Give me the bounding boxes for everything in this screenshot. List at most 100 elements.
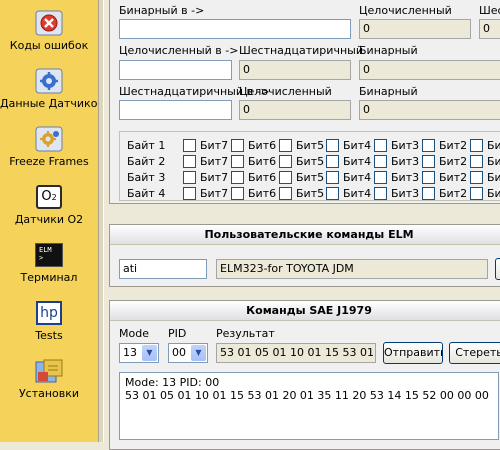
decimal-to-binary-label: Бинарный — [359, 44, 418, 57]
sae-output[interactable]: Mode: 13 PID: 00 53 01 05 01 10 01 15 53… — [119, 372, 499, 440]
sidebar-item-tests[interactable]: hp Tests — [0, 300, 98, 342]
decimal-to-hex-field: 0 — [239, 60, 351, 80]
bit-label: Бит2 — [439, 171, 468, 184]
decimal-input-label: Целочисленный в -> — [119, 44, 239, 57]
bit-checkbox[interactable] — [231, 187, 244, 200]
elm-panel-body: ati ELM323-for TOYOTA JDM — [109, 249, 500, 287]
send-button[interactable]: Отправить — [383, 342, 443, 364]
bit-checkbox[interactable] — [470, 139, 483, 152]
bit-checkbox[interactable] — [279, 171, 292, 184]
bit-label: Бит3 — [391, 139, 420, 152]
chevron-down-icon: ▼ — [191, 345, 206, 361]
binary-input-label: Бинарный в -> — [119, 4, 205, 17]
sidebar-item-terminal[interactable]: ELM > Терминал — [0, 242, 98, 284]
bit-checkbox[interactable] — [183, 171, 196, 184]
byte-label: Байт 2 — [127, 155, 166, 168]
bit-label: Бит5 — [296, 139, 325, 152]
elm-response-field: ELM323-for TOYOTA JDM — [216, 259, 488, 279]
bit-checkbox[interactable] — [183, 155, 196, 168]
sidebar-item-freeze-frames[interactable]: Freeze Frames — [0, 126, 98, 168]
elm-send-button[interactable] — [495, 258, 500, 280]
o2-icon-subscript: 2 — [51, 193, 57, 202]
sidebar-item-label: Терминал — [20, 271, 78, 284]
sidebar-item-sensor-data[interactable]: Данные Датчиков — [0, 68, 104, 110]
binary-to-hex-field: 0 — [479, 19, 500, 39]
hex-to-binary-field: 0 — [359, 100, 500, 120]
bit-checkbox[interactable] — [326, 171, 339, 184]
bit-checkbox[interactable] — [231, 139, 244, 152]
bit-checkbox[interactable] — [279, 155, 292, 168]
binary-to-decimal-label: Целочисленный — [359, 4, 452, 17]
sidebar-item-o2-sensors[interactable]: O2 Датчики О2 — [0, 184, 98, 226]
bit-checkbox[interactable] — [326, 139, 339, 152]
hex-input[interactable] — [119, 100, 232, 120]
sidebar-item-label: Freeze Frames — [9, 155, 89, 168]
sae-output-line: 53 01 05 01 10 01 15 53 01 20 01 35 11 2… — [125, 389, 489, 402]
bit-label: Бит4 — [343, 187, 372, 200]
bit-checkbox[interactable] — [231, 155, 244, 168]
tests-icon-text: hp — [36, 301, 62, 325]
bit-checkbox[interactable] — [470, 155, 483, 168]
bit-checkbox[interactable] — [231, 171, 244, 184]
bit-checkbox[interactable] — [374, 171, 387, 184]
bit-checkbox[interactable] — [422, 139, 435, 152]
o2-sensor-icon: O2 — [34, 184, 64, 210]
sidebar: Коды ошибок Данные Датчиков Freeze Frame… — [0, 0, 104, 442]
settings-icon — [34, 358, 64, 384]
bit-label: Бит6 — [248, 139, 277, 152]
clear-button[interactable]: Стереть — [449, 342, 500, 364]
bit-checkbox[interactable] — [326, 155, 339, 168]
sensor-data-icon — [34, 68, 64, 94]
pid-select[interactable]: 00 ▼ — [168, 343, 208, 363]
pid-value: 00 — [172, 346, 186, 359]
bit-checkbox[interactable] — [374, 155, 387, 168]
result-field: 53 01 05 01 10 01 15 53 01 20 0 — [216, 343, 376, 363]
terminal-icon-prompt: > — [39, 254, 44, 262]
binary-to-hex-label: Шест — [479, 4, 500, 17]
sidebar-item-settings[interactable]: Установки — [0, 358, 98, 400]
bit-label: Бит1 — [487, 171, 500, 184]
bit-checkbox[interactable] — [374, 187, 387, 200]
bit-label: Бит6 — [248, 171, 277, 184]
decimal-to-binary-field: 0 — [359, 60, 500, 80]
bit-checkbox[interactable] — [470, 187, 483, 200]
bit-checkbox[interactable] — [422, 155, 435, 168]
bit-label: Бит7 — [200, 171, 229, 184]
bit-label: Бит1 — [487, 155, 500, 168]
terminal-icon-text: ELM — [39, 246, 52, 254]
bit-checkbox[interactable] — [374, 139, 387, 152]
bit-label: Бит2 — [439, 187, 468, 200]
binary-input[interactable] — [119, 19, 351, 39]
bit-label: Бит3 — [391, 155, 420, 168]
byte-label: Байт 3 — [127, 171, 166, 184]
mode-select[interactable]: 13 ▼ — [119, 343, 159, 363]
bit-checkbox[interactable] — [422, 187, 435, 200]
elm-command-input[interactable]: ati — [119, 259, 207, 279]
bit-label: Бит4 — [343, 155, 372, 168]
bit-checkbox[interactable] — [183, 139, 196, 152]
elm-panel-title: Пользовательские команды ELM — [110, 225, 500, 245]
mode-label: Mode — [119, 327, 149, 340]
bit-checkbox[interactable] — [279, 187, 292, 200]
mode-value: 13 — [123, 346, 137, 359]
bit-label: Бит4 — [343, 171, 372, 184]
bit-checkbox[interactable] — [470, 171, 483, 184]
bit-checkbox[interactable] — [279, 139, 292, 152]
hex-to-decimal-label: Целочисленный — [239, 85, 332, 98]
o2-icon-letter: O — [41, 189, 52, 204]
bit-label: Бит5 — [296, 187, 325, 200]
bit-label: Бит4 — [343, 139, 372, 152]
bit-label: Бит6 — [248, 155, 277, 168]
decimal-input[interactable] — [119, 60, 232, 80]
bit-label: Бит7 — [200, 139, 229, 152]
bit-checkbox[interactable] — [422, 171, 435, 184]
hex-to-decimal-field: 0 — [239, 100, 351, 120]
bit-checkbox[interactable] — [183, 187, 196, 200]
bit-label: Бит3 — [391, 171, 420, 184]
pid-label: PID — [168, 327, 187, 340]
bit-checkbox[interactable] — [326, 187, 339, 200]
freeze-frames-icon — [34, 126, 64, 152]
bit-label: Бит1 — [487, 139, 500, 152]
sidebar-item-error-codes[interactable]: Коды ошибок — [0, 10, 98, 52]
bit-label: Бит5 — [296, 155, 325, 168]
